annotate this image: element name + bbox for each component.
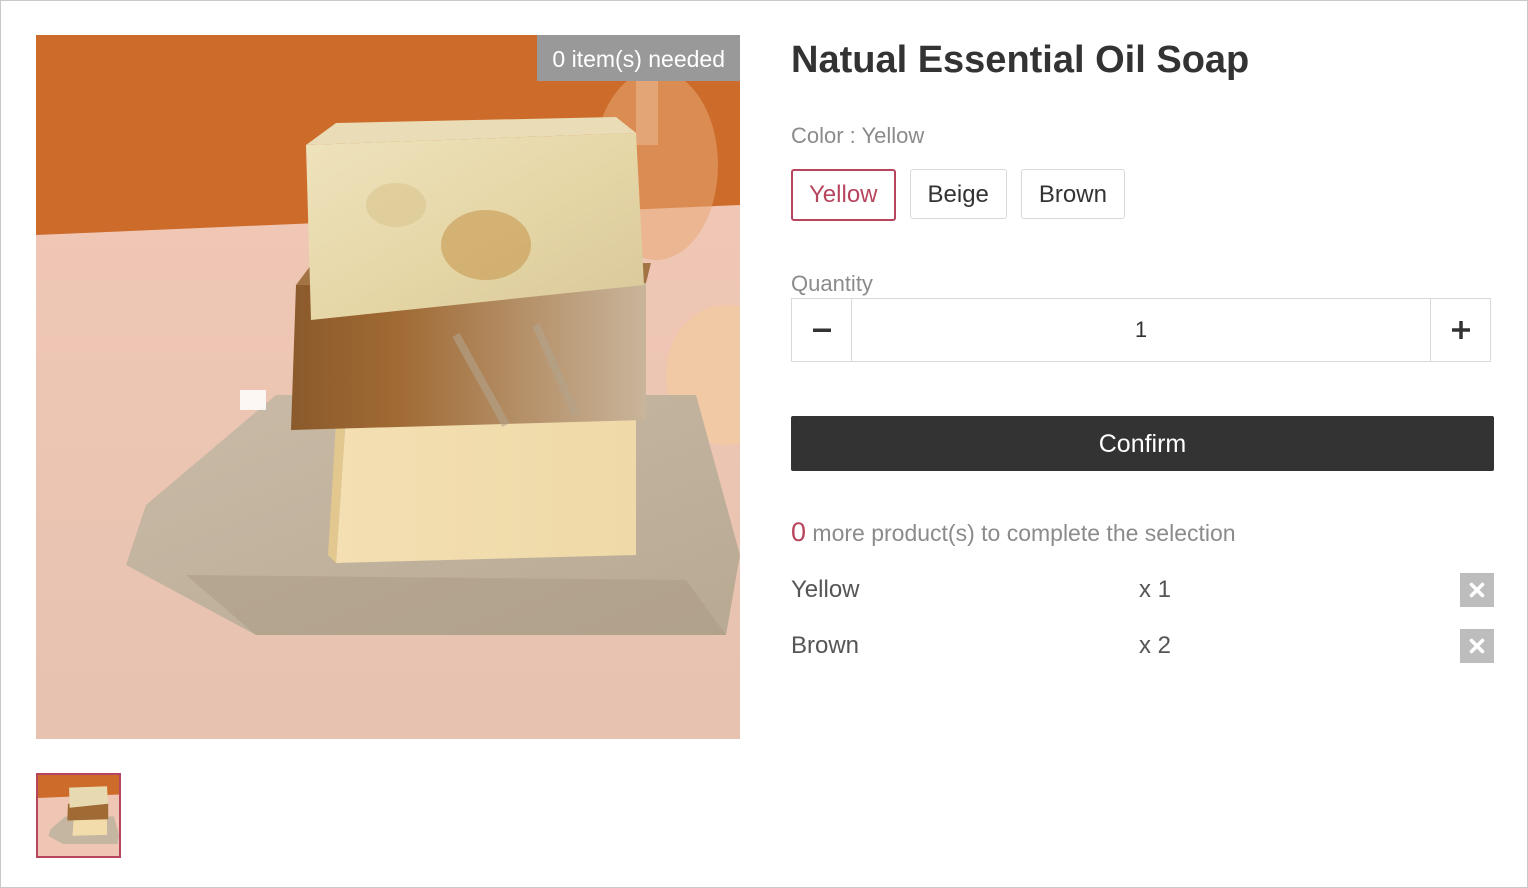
items-needed-badge: 0 item(s) needed (537, 35, 740, 81)
color-option-yellow[interactable]: Yellow (791, 169, 896, 221)
product-image[interactable]: 0 item(s) needed (36, 35, 740, 739)
selection-row: Yellow x 1 (791, 573, 1494, 607)
decrement-button[interactable] (792, 299, 852, 361)
color-options: Yellow Beige Brown (791, 169, 1125, 221)
remove-selection-button[interactable] (1460, 629, 1494, 663)
color-label: Color : Yellow (791, 123, 925, 148)
close-icon (1469, 638, 1485, 654)
selection-row: Brown x 2 (791, 629, 1494, 663)
remaining-text: more product(s) to complete the selectio… (812, 520, 1236, 546)
minus-icon (812, 328, 831, 332)
selection-count: x 2 (1139, 632, 1172, 659)
thumbnail-illustration (38, 775, 119, 856)
color-option-beige[interactable]: Beige (909, 169, 1007, 219)
quantity-label: Quantity (791, 271, 873, 296)
product-thumbnail[interactable] (36, 773, 121, 858)
product-quickview-panel: 0 item(s) needed Natual Essential Oil So… (0, 0, 1528, 888)
remove-selection-button[interactable] (1460, 573, 1494, 607)
quantity-input[interactable] (852, 299, 1430, 361)
soap-stack-illustration (36, 35, 740, 739)
color-option-brown[interactable]: Brown (1020, 169, 1125, 219)
selection-count: x 1 (1139, 576, 1172, 603)
selection-name: Brown (791, 632, 860, 659)
close-icon (1469, 582, 1485, 598)
selection-name: Yellow (791, 576, 860, 603)
quantity-stepper (791, 298, 1491, 362)
plus-icon (1451, 321, 1470, 339)
remaining-count: 0 (791, 517, 807, 547)
increment-button[interactable] (1430, 299, 1490, 361)
product-title: Natual Essential Oil Soap (791, 39, 1250, 81)
confirm-button[interactable]: Confirm (791, 416, 1494, 471)
remaining-products-message: 0 more product(s) to complete the select… (791, 517, 1236, 548)
